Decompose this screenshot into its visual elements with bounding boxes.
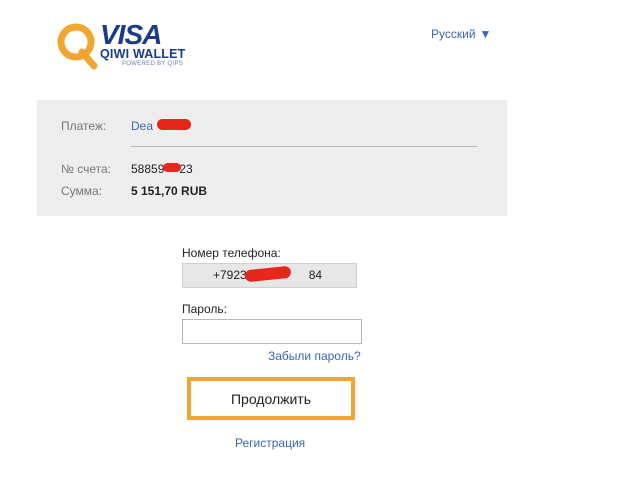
divider xyxy=(131,146,477,147)
password-input[interactable] xyxy=(182,319,362,344)
payment-info-panel: Платеж: Dea № счета: 58859 23 Сумма: 5 15… xyxy=(37,100,507,216)
language-selector[interactable]: Русский ▼ xyxy=(431,27,491,41)
logo-qiwi-wallet-text: QIWI WALLET xyxy=(100,47,186,61)
redaction-mark xyxy=(157,119,191,130)
register-link[interactable]: Регистрация xyxy=(235,436,305,450)
visa-qiwi-wallet-logo: VISA QIWI WALLET POWERED BY QIPS xyxy=(56,20,186,70)
password-label: Пароль: xyxy=(182,302,227,316)
amount-value: 5 151,70 RUB xyxy=(131,184,208,198)
forgot-password-link[interactable]: Забыли пароль? xyxy=(268,349,361,363)
qiwi-logo-icon xyxy=(57,23,98,70)
dropdown-arrow-icon: ▼ xyxy=(479,27,492,41)
logo-powered-text: POWERED BY QIPS xyxy=(122,61,184,67)
payment-value: Dea xyxy=(131,119,154,133)
language-label: Русский xyxy=(431,27,476,41)
phone-label: Номер телефона: xyxy=(182,246,281,260)
continue-button[interactable]: Продолжить xyxy=(187,377,355,420)
redaction-mark xyxy=(163,163,181,172)
logo-visa-text: VISA xyxy=(100,19,162,50)
account-value: 58859 23 xyxy=(131,162,193,176)
